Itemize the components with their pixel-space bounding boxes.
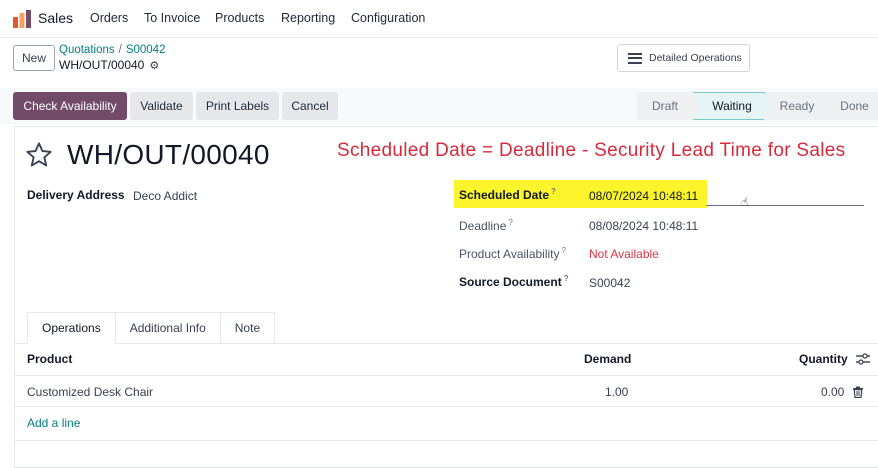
product-availability-value: Not Available <box>589 247 659 261</box>
nav-item-orders[interactable]: Orders <box>90 11 128 25</box>
nav-item-products[interactable]: Products <box>215 11 264 25</box>
nav-item-configuration[interactable]: Configuration <box>351 11 425 25</box>
stage-ready[interactable]: Ready <box>765 92 830 120</box>
app-logo-icon[interactable] <box>12 9 32 29</box>
top-navbar: Sales Orders To Invoice Products Reporti… <box>0 0 878 38</box>
hamburger-icon <box>628 52 642 64</box>
check-availability-button[interactable]: Check Availability <box>13 92 127 120</box>
row-quantity[interactable]: 0.00 <box>821 385 844 399</box>
row-demand[interactable]: 1.00 <box>605 385 628 399</box>
record-name-label: WH/OUT/00040 <box>59 58 145 72</box>
app-name[interactable]: Sales <box>38 10 73 26</box>
table-row-divider <box>14 406 878 407</box>
stage-ready-label: Ready <box>779 99 815 113</box>
column-header-quantity[interactable]: Quantity <box>799 352 848 366</box>
deadline-label: Deadline? <box>459 218 513 233</box>
stage-waiting[interactable]: Waiting <box>693 92 771 121</box>
stage-done[interactable]: Done <box>823 92 878 120</box>
tab-additional-info[interactable]: Additional Info <box>115 312 221 344</box>
cursor-icon: ☝ <box>741 195 749 209</box>
new-button[interactable]: New <box>13 45 55 71</box>
source-document-value[interactable]: S00042 <box>589 276 630 290</box>
detailed-operations-button[interactable]: Detailed Operations <box>617 44 750 72</box>
product-availability-label-text: Product Availability <box>459 247 560 261</box>
deadline-value[interactable]: 08/08/2024 10:48:11 <box>589 219 698 233</box>
star-icon[interactable] <box>25 141 53 169</box>
scheduled-date-value[interactable]: 08/07/2024 10:48:11 <box>589 189 698 203</box>
column-header-demand[interactable]: Demand <box>584 352 631 366</box>
form-sheet <box>14 126 878 468</box>
stage-done-label: Done <box>840 99 869 113</box>
scheduled-date-underline <box>706 205 864 206</box>
nav-item-reporting[interactable]: Reporting <box>281 11 335 25</box>
add-line-link[interactable]: Add a line <box>27 416 80 430</box>
breadcrumb-order[interactable]: S00042 <box>126 44 166 56</box>
gear-icon[interactable]: ⚙ <box>149 59 159 72</box>
trash-icon[interactable] <box>852 386 864 398</box>
breadcrumb-separator: / <box>118 44 122 56</box>
cancel-button[interactable]: Cancel <box>282 92 338 120</box>
help-mark[interactable]: ? <box>564 274 569 283</box>
nav-item-to-invoice[interactable]: To Invoice <box>144 11 200 25</box>
detailed-operations-label: Detailed Operations <box>649 52 742 64</box>
tab-operations[interactable]: Operations <box>27 312 116 344</box>
record-name: WH/OUT/00040 ⚙ <box>59 58 159 72</box>
help-mark[interactable]: ? <box>508 218 512 227</box>
table-header-divider <box>14 375 878 376</box>
help-mark[interactable]: ? <box>551 187 556 196</box>
stage-draft[interactable]: Draft <box>637 92 700 120</box>
annotation-text: Scheduled Date = Deadline - Security Lea… <box>337 140 846 161</box>
scheduled-date-label: Scheduled Date? <box>459 187 556 202</box>
tab-note[interactable]: Note <box>220 312 276 344</box>
table-footer-divider <box>14 440 878 441</box>
print-labels-button[interactable]: Print Labels <box>196 92 279 120</box>
source-document-label-text: Source Document <box>459 275 562 289</box>
page-title: WH/OUT/00040 <box>67 139 270 170</box>
breadcrumb: Quotations / S00042 <box>59 44 165 56</box>
column-header-product[interactable]: Product <box>27 352 72 366</box>
product-availability-label: Product Availability? <box>459 246 566 261</box>
column-settings-icon[interactable] <box>856 353 870 365</box>
validate-button[interactable]: Validate <box>130 92 193 120</box>
help-mark[interactable]: ? <box>562 246 566 255</box>
row-product[interactable]: Customized Desk Chair <box>27 385 153 399</box>
notebook-tabs: Operations Additional Info Note <box>27 312 276 344</box>
status-bar: Draft Waiting Ready Done <box>637 92 878 121</box>
deadline-label-text: Deadline <box>459 219 507 233</box>
breadcrumb-quotations[interactable]: Quotations <box>59 44 115 56</box>
scheduled-date-label-text: Scheduled Date <box>459 188 550 202</box>
delivery-address-value[interactable]: Deco Addict <box>133 189 197 203</box>
stage-waiting-label: Waiting <box>712 99 752 113</box>
source-document-label: Source Document? <box>459 274 569 289</box>
stage-draft-label: Draft <box>651 99 678 113</box>
delivery-address-label: Delivery Address <box>27 188 125 202</box>
